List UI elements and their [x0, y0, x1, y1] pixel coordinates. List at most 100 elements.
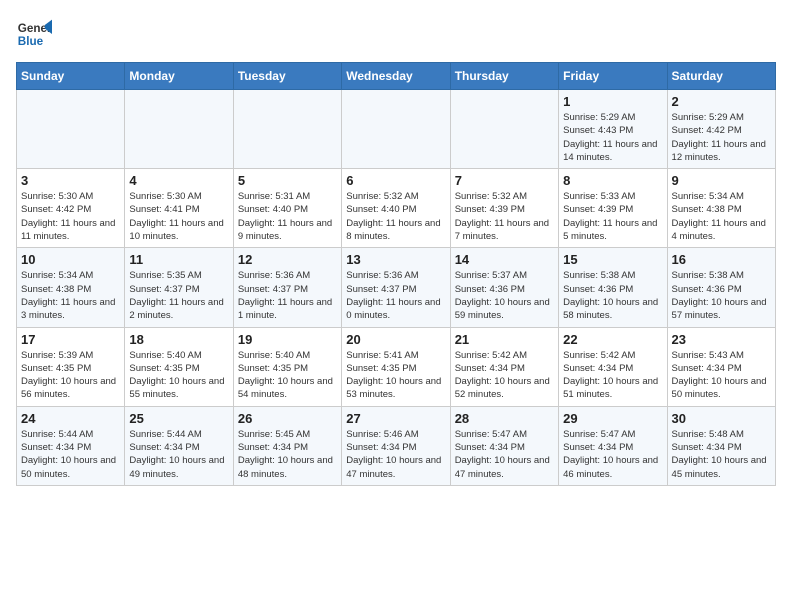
day-info: Sunrise: 5:44 AM Sunset: 4:34 PM Dayligh…	[21, 428, 120, 481]
day-info: Sunrise: 5:40 AM Sunset: 4:35 PM Dayligh…	[129, 349, 228, 402]
day-info: Sunrise: 5:37 AM Sunset: 4:36 PM Dayligh…	[455, 269, 554, 322]
day-cell: 19 Sunrise: 5:40 AM Sunset: 4:35 PM Dayli…	[233, 327, 341, 406]
day-info: Sunrise: 5:42 AM Sunset: 4:34 PM Dayligh…	[563, 349, 662, 402]
page-header: General Blue	[16, 16, 776, 52]
day-cell	[125, 90, 233, 169]
day-number: 23	[672, 332, 771, 347]
day-number: 13	[346, 252, 445, 267]
day-number: 6	[346, 173, 445, 188]
day-number: 4	[129, 173, 228, 188]
col-header-wednesday: Wednesday	[342, 63, 450, 90]
day-info: Sunrise: 5:34 AM Sunset: 4:38 PM Dayligh…	[672, 190, 771, 243]
day-info: Sunrise: 5:29 AM Sunset: 4:43 PM Dayligh…	[563, 111, 662, 164]
day-cell: 30 Sunrise: 5:48 AM Sunset: 4:34 PM Dayli…	[667, 406, 775, 485]
day-info: Sunrise: 5:32 AM Sunset: 4:39 PM Dayligh…	[455, 190, 554, 243]
calendar-table: SundayMondayTuesdayWednesdayThursdayFrid…	[16, 62, 776, 486]
day-info: Sunrise: 5:47 AM Sunset: 4:34 PM Dayligh…	[563, 428, 662, 481]
week-row-4: 17 Sunrise: 5:39 AM Sunset: 4:35 PM Dayli…	[17, 327, 776, 406]
col-header-thursday: Thursday	[450, 63, 558, 90]
day-cell: 16Sunrise: 5:38 AM Sunset: 4:36 PM Dayli…	[667, 248, 775, 327]
day-cell: 12 Sunrise: 5:36 AM Sunset: 4:37 PM Dayli…	[233, 248, 341, 327]
col-header-monday: Monday	[125, 63, 233, 90]
day-info: Sunrise: 5:45 AM Sunset: 4:34 PM Dayligh…	[238, 428, 337, 481]
day-cell: 17 Sunrise: 5:39 AM Sunset: 4:35 PM Dayli…	[17, 327, 125, 406]
day-cell: 8 Sunrise: 5:33 AM Sunset: 4:39 PM Daylig…	[559, 169, 667, 248]
day-number: 21	[455, 332, 554, 347]
col-header-sunday: Sunday	[17, 63, 125, 90]
day-number: 18	[129, 332, 228, 347]
day-cell	[17, 90, 125, 169]
day-info: Sunrise: 5:40 AM Sunset: 4:35 PM Dayligh…	[238, 349, 337, 402]
day-info: Sunrise: 5:35 AM Sunset: 4:37 PM Dayligh…	[129, 269, 228, 322]
day-cell: 14 Sunrise: 5:37 AM Sunset: 4:36 PM Dayli…	[450, 248, 558, 327]
day-number: 30	[672, 411, 771, 426]
day-info: Sunrise: 5:48 AM Sunset: 4:34 PM Dayligh…	[672, 428, 771, 481]
day-cell: 7 Sunrise: 5:32 AM Sunset: 4:39 PM Daylig…	[450, 169, 558, 248]
day-info: Sunrise: 5:42 AM Sunset: 4:34 PM Dayligh…	[455, 349, 554, 402]
svg-text:Blue: Blue	[18, 35, 44, 48]
day-info: Sunrise: 5:38 AM Sunset: 4:36 PM Dayligh…	[563, 269, 662, 322]
day-number: 29	[563, 411, 662, 426]
day-number: 7	[455, 173, 554, 188]
day-cell: 27Sunrise: 5:46 AM Sunset: 4:34 PM Dayli…	[342, 406, 450, 485]
day-info: Sunrise: 5:38 AM Sunset: 4:36 PM Dayligh…	[672, 269, 771, 322]
day-cell	[342, 90, 450, 169]
day-number: 3	[21, 173, 120, 188]
day-number: 26	[238, 411, 337, 426]
day-cell: 18 Sunrise: 5:40 AM Sunset: 4:35 PM Dayli…	[125, 327, 233, 406]
week-row-2: 3Sunrise: 5:30 AM Sunset: 4:42 PM Daylig…	[17, 169, 776, 248]
day-info: Sunrise: 5:36 AM Sunset: 4:37 PM Dayligh…	[346, 269, 445, 322]
day-info: Sunrise: 5:29 AM Sunset: 4:42 PM Dayligh…	[672, 111, 771, 164]
col-header-friday: Friday	[559, 63, 667, 90]
day-info: Sunrise: 5:31 AM Sunset: 4:40 PM Dayligh…	[238, 190, 337, 243]
day-info: Sunrise: 5:34 AM Sunset: 4:38 PM Dayligh…	[21, 269, 120, 322]
day-info: Sunrise: 5:44 AM Sunset: 4:34 PM Dayligh…	[129, 428, 228, 481]
day-info: Sunrise: 5:39 AM Sunset: 4:35 PM Dayligh…	[21, 349, 120, 402]
day-cell: 15 Sunrise: 5:38 AM Sunset: 4:36 PM Dayli…	[559, 248, 667, 327]
day-number: 9	[672, 173, 771, 188]
day-cell: 1Sunrise: 5:29 AM Sunset: 4:43 PM Daylig…	[559, 90, 667, 169]
day-cell	[233, 90, 341, 169]
day-number: 15	[563, 252, 662, 267]
day-number: 25	[129, 411, 228, 426]
day-info: Sunrise: 5:36 AM Sunset: 4:37 PM Dayligh…	[238, 269, 337, 322]
day-cell: 21 Sunrise: 5:42 AM Sunset: 4:34 PM Dayli…	[450, 327, 558, 406]
col-header-tuesday: Tuesday	[233, 63, 341, 90]
day-number: 10	[21, 252, 120, 267]
day-number: 11	[129, 252, 228, 267]
day-number: 2	[672, 94, 771, 109]
day-number: 27	[346, 411, 445, 426]
day-cell: 10 Sunrise: 5:34 AM Sunset: 4:38 PM Dayli…	[17, 248, 125, 327]
day-number: 12	[238, 252, 337, 267]
day-cell: 5 Sunrise: 5:31 AM Sunset: 4:40 PM Daylig…	[233, 169, 341, 248]
day-number: 17	[21, 332, 120, 347]
day-cell: 9 Sunrise: 5:34 AM Sunset: 4:38 PM Daylig…	[667, 169, 775, 248]
day-cell: 13 Sunrise: 5:36 AM Sunset: 4:37 PM Dayli…	[342, 248, 450, 327]
week-row-5: 24 Sunrise: 5:44 AM Sunset: 4:34 PM Dayli…	[17, 406, 776, 485]
day-info: Sunrise: 5:32 AM Sunset: 4:40 PM Dayligh…	[346, 190, 445, 243]
day-cell: 28 Sunrise: 5:47 AM Sunset: 4:34 PM Dayli…	[450, 406, 558, 485]
day-info: Sunrise: 5:43 AM Sunset: 4:34 PM Dayligh…	[672, 349, 771, 402]
day-cell: 6 Sunrise: 5:32 AM Sunset: 4:40 PM Daylig…	[342, 169, 450, 248]
day-number: 19	[238, 332, 337, 347]
day-cell: 26 Sunrise: 5:45 AM Sunset: 4:34 PM Dayli…	[233, 406, 341, 485]
day-number: 24	[21, 411, 120, 426]
day-info: Sunrise: 5:33 AM Sunset: 4:39 PM Dayligh…	[563, 190, 662, 243]
day-number: 5	[238, 173, 337, 188]
day-cell: 4Sunrise: 5:30 AM Sunset: 4:41 PM Daylig…	[125, 169, 233, 248]
day-number: 22	[563, 332, 662, 347]
day-cell: 23 Sunrise: 5:43 AM Sunset: 4:34 PM Dayli…	[667, 327, 775, 406]
week-row-3: 10 Sunrise: 5:34 AM Sunset: 4:38 PM Dayli…	[17, 248, 776, 327]
day-info: Sunrise: 5:47 AM Sunset: 4:34 PM Dayligh…	[455, 428, 554, 481]
day-cell: 2 Sunrise: 5:29 AM Sunset: 4:42 PM Daylig…	[667, 90, 775, 169]
logo: General Blue	[16, 16, 52, 52]
day-number: 14	[455, 252, 554, 267]
day-number: 8	[563, 173, 662, 188]
day-cell: 24 Sunrise: 5:44 AM Sunset: 4:34 PM Dayli…	[17, 406, 125, 485]
day-number: 28	[455, 411, 554, 426]
week-row-1: 1Sunrise: 5:29 AM Sunset: 4:43 PM Daylig…	[17, 90, 776, 169]
day-cell: 29 Sunrise: 5:47 AM Sunset: 4:34 PM Dayli…	[559, 406, 667, 485]
day-info: Sunrise: 5:41 AM Sunset: 4:35 PM Dayligh…	[346, 349, 445, 402]
day-cell	[450, 90, 558, 169]
day-cell: 3Sunrise: 5:30 AM Sunset: 4:42 PM Daylig…	[17, 169, 125, 248]
